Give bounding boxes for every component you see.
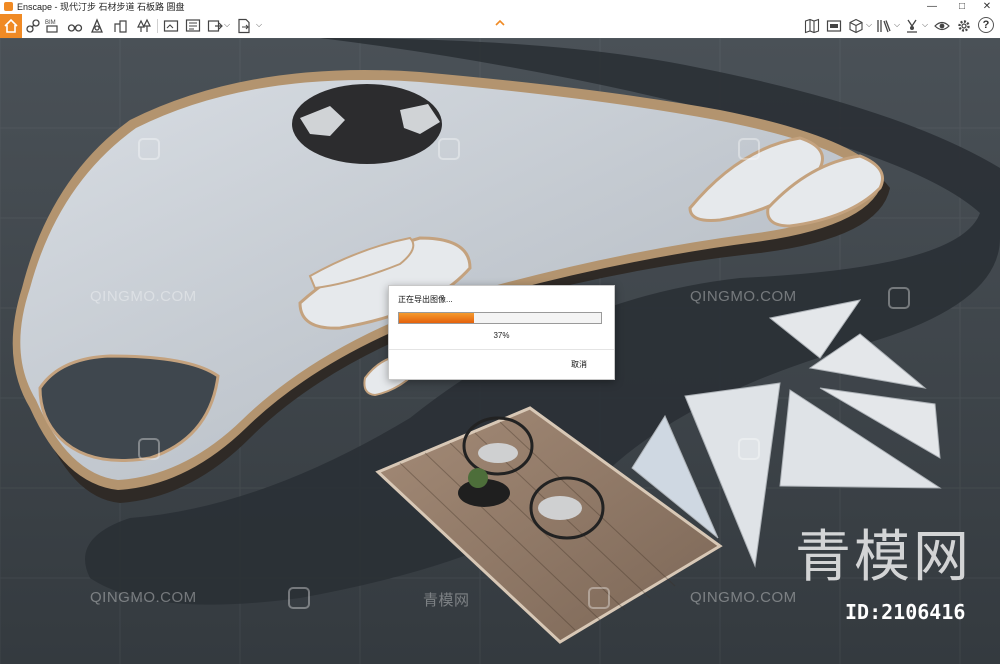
window-title: Enscape - 现代汀步 石材步道 石板路 圆盘: [17, 2, 185, 12]
visibility-icon[interactable]: [934, 18, 950, 34]
close-button[interactable]: ✕: [972, 0, 1000, 14]
home-icon[interactable]: [0, 14, 22, 38]
link-icon[interactable]: [25, 18, 41, 34]
capture-dropdown-icon[interactable]: ⌵: [922, 20, 928, 30]
trees-icon[interactable]: [136, 18, 152, 34]
watermark-cn-text: 青模网: [423, 0, 464, 15]
title-bar: Enscape - 现代汀步 石材步道 石板路 圆盘 — □ ✕: [0, 0, 1000, 15]
watermark-logo-icon: [738, 138, 760, 160]
cancel-button[interactable]: 取消: [571, 359, 587, 370]
watermark-text: QINGMO.COM: [690, 288, 797, 305]
watermark-logo-icon: [138, 138, 160, 160]
toolbar-separator: [157, 19, 158, 33]
export-progress-dialog: 正在导出图像... 37% 取消: [388, 285, 615, 380]
capture-icon[interactable]: [904, 18, 920, 34]
progress-percent: 37%: [493, 331, 510, 340]
chair-cushion: [478, 443, 518, 463]
export-dropdown-icon[interactable]: ⌵: [224, 20, 230, 30]
image-id: ID:2106416: [845, 600, 966, 624]
bim-icon[interactable]: BIM: [44, 18, 60, 34]
export-icon[interactable]: [207, 18, 223, 34]
minimize-button[interactable]: —: [917, 0, 947, 14]
watermark-logo-icon: [438, 138, 460, 160]
watermark-logo-icon: [588, 587, 610, 609]
collapse-toolbar-chevron-icon[interactable]: [494, 14, 506, 26]
watermark-text: QINGMO.COM: [90, 589, 197, 606]
settings-icon[interactable]: [956, 18, 972, 34]
box-icon[interactable]: [848, 18, 864, 34]
batch-render-icon[interactable]: [185, 18, 201, 34]
watermark-logo-icon: [138, 438, 160, 460]
compass-icon[interactable]: [89, 18, 105, 34]
buildings-icon[interactable]: [113, 18, 129, 34]
brand-watermark: 青模网: [795, 525, 972, 590]
screenshot-icon[interactable]: [163, 18, 179, 34]
dialog-divider: [389, 349, 614, 350]
progress-fill: [399, 313, 474, 323]
bim-label: BIM: [45, 20, 56, 26]
enscape-logo-icon: [4, 2, 13, 11]
watermark-logo-icon: [738, 438, 760, 460]
export-file-icon[interactable]: [236, 18, 252, 34]
watermark-logo-icon: [888, 287, 910, 309]
help-icon[interactable]: ?: [978, 17, 994, 33]
watermark-cn-text: 青模网: [423, 592, 470, 609]
potted-plant: [468, 468, 488, 488]
watermark-logo-icon: [288, 587, 310, 609]
export-file-dropdown-icon[interactable]: ⌵: [256, 20, 262, 30]
library-icon[interactable]: [876, 18, 892, 34]
binoculars-icon[interactable]: [67, 18, 83, 34]
progress-bar: [398, 312, 602, 324]
map-icon[interactable]: [804, 18, 820, 34]
watermark-text: QINGMO.COM: [690, 589, 797, 606]
library-dropdown-icon[interactable]: ⌵: [894, 20, 900, 30]
box-dropdown-icon[interactable]: ⌵: [866, 20, 872, 30]
panorama-icon[interactable]: [826, 18, 842, 34]
watermark-text: QINGMO.COM: [90, 288, 197, 305]
chair-cushion: [538, 496, 582, 520]
dialog-title: 正在导出图像...: [398, 295, 453, 304]
